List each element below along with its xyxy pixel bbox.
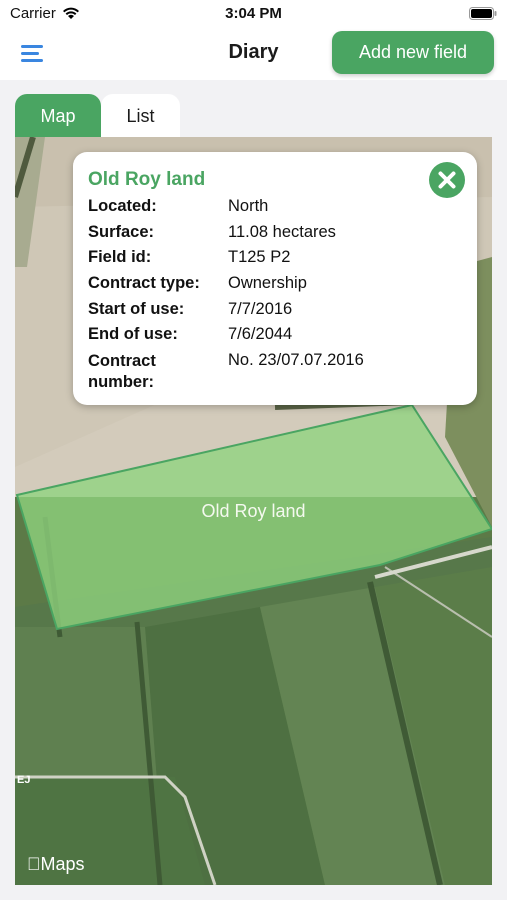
legal-mark: EJ <box>17 774 31 786</box>
detail-value: 7/6/2044 <box>228 325 293 344</box>
detail-row-start-of-use: Start of use: 7/7/2016 <box>88 300 468 326</box>
clock: 3:04 PM <box>225 5 282 22</box>
maps-attribution-text: Maps <box>27 854 85 874</box>
detail-row-field-id: Field id: T125 P2 <box>88 248 468 274</box>
detail-value: T125 P2 <box>228 248 291 267</box>
detail-label: Surface: <box>88 222 155 241</box>
detail-label: Contract type: <box>88 274 200 293</box>
detail-label: Located: <box>88 197 157 215</box>
detail-row-end-of-use: End of use: 7/6/2044 <box>88 325 468 351</box>
apple-logo-icon:  <box>27 854 41 874</box>
popup-title: Old Roy land <box>88 169 206 190</box>
detail-row-surface: Surface: 11.08 hectares <box>88 223 468 249</box>
detail-label: Contract number: <box>88 352 156 392</box>
field-map-label[interactable]: Old Roy land <box>15 501 492 522</box>
satellite-map[interactable]: Old Roy land EJ Maps Old Roy land Locat… <box>15 137 492 885</box>
close-icon <box>438 171 456 189</box>
detail-label: End of use: <box>88 325 178 344</box>
tab-list[interactable]: List <box>101 94 180 138</box>
detail-label: Start of use: <box>88 299 185 318</box>
nav-bar: Diary Add new field <box>0 28 507 80</box>
detail-value: 7/7/2016 <box>228 299 293 318</box>
detail-value: Ownership <box>228 274 307 293</box>
detail-label: Field id: <box>88 248 152 267</box>
field-details: Located: North Surface: 11.08 hectares F… <box>88 197 468 397</box>
status-bar: Carrier 3:04 PM <box>0 0 507 28</box>
tab-map[interactable]: Map <box>15 94 101 138</box>
detail-value: No. 23/07.07.2016 <box>228 351 364 370</box>
detail-row-contract-number: Contract number: No. 23/07.07.2016 <box>88 351 468 397</box>
detail-value: North <box>228 197 269 215</box>
maps-attribution: Maps <box>27 854 85 875</box>
close-popup-button[interactable] <box>429 162 465 198</box>
battery-icon <box>469 7 497 20</box>
add-new-field-button[interactable]: Add new field <box>332 31 494 74</box>
detail-row-located: Located: North <box>88 197 468 223</box>
field-info-popup: Old Roy land Located: North Surface: 11.… <box>73 152 477 405</box>
detail-row-contract-type: Contract type: Ownership <box>88 274 468 300</box>
detail-value: 11.08 hectares <box>228 222 336 241</box>
